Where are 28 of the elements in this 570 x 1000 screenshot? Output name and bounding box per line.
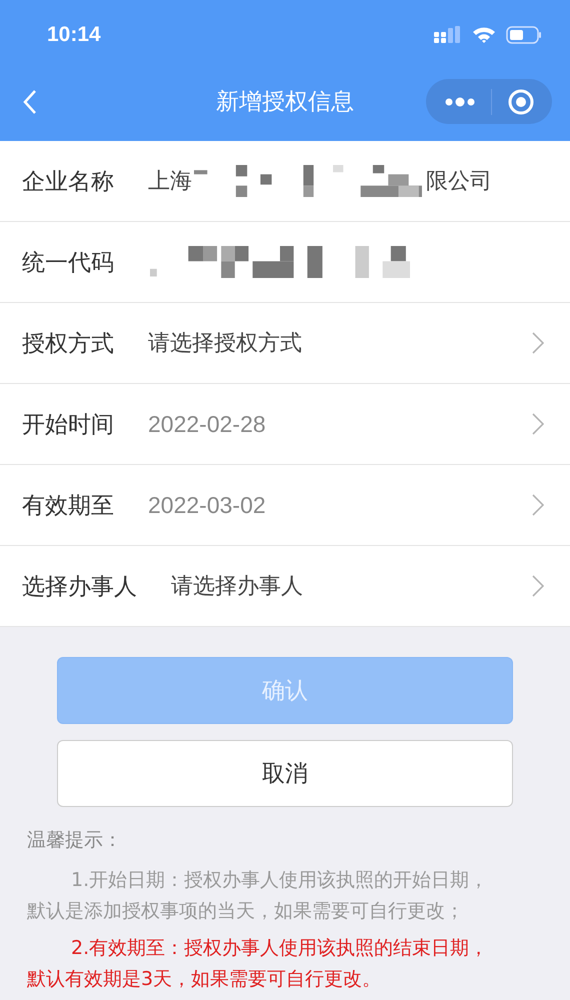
signal-icon <box>434 26 462 44</box>
select-field[interactable]: 请选择授权方式 <box>148 328 302 358</box>
chevron-right-icon <box>532 575 544 597</box>
field-label: 选择办事人 <box>22 572 137 602</box>
cancel-button[interactable]: 取消 <box>57 740 513 807</box>
status-time: 10:14 <box>47 23 101 47</box>
select-field[interactable]: 请选择办事人 <box>171 571 303 601</box>
back-icon[interactable] <box>22 88 38 114</box>
chevron-right-icon <box>532 413 544 435</box>
chevron-right-icon <box>532 332 544 354</box>
field-label: 授权方式 <box>22 330 114 358</box>
field-value: 上海 <box>148 168 192 196</box>
chevron-right-icon <box>532 494 544 516</box>
field-label: 企业名称 <box>22 168 114 196</box>
tip-text: 1.开始日期：授权办事人使用该执照的开始日期，默认是添加授权事项的当天，如果需要可自行更改； <box>27 868 490 924</box>
field-label: 统一代码 <box>22 248 114 278</box>
target-icon[interactable] <box>506 88 534 116</box>
battery-icon <box>506 26 542 44</box>
select-field[interactable]: 2022-02-28 <box>148 410 266 438</box>
select-field[interactable]: 2022-03-02 <box>148 492 266 518</box>
page-title: 新增授权信息 <box>215 88 355 117</box>
field-value: 限公司 <box>426 168 492 196</box>
tip-text: 2.有效期至：授权办事人使用该执照的结束日期，默认有效期是3天，如果需要可自行更改。 <box>27 936 490 992</box>
field-label: 开始时间 <box>22 410 114 440</box>
field-label: 有效期至 <box>22 492 114 520</box>
wifi-icon <box>472 26 496 44</box>
tips-title: 温馨提示： <box>27 828 123 853</box>
more-icon[interactable] <box>444 96 476 106</box>
